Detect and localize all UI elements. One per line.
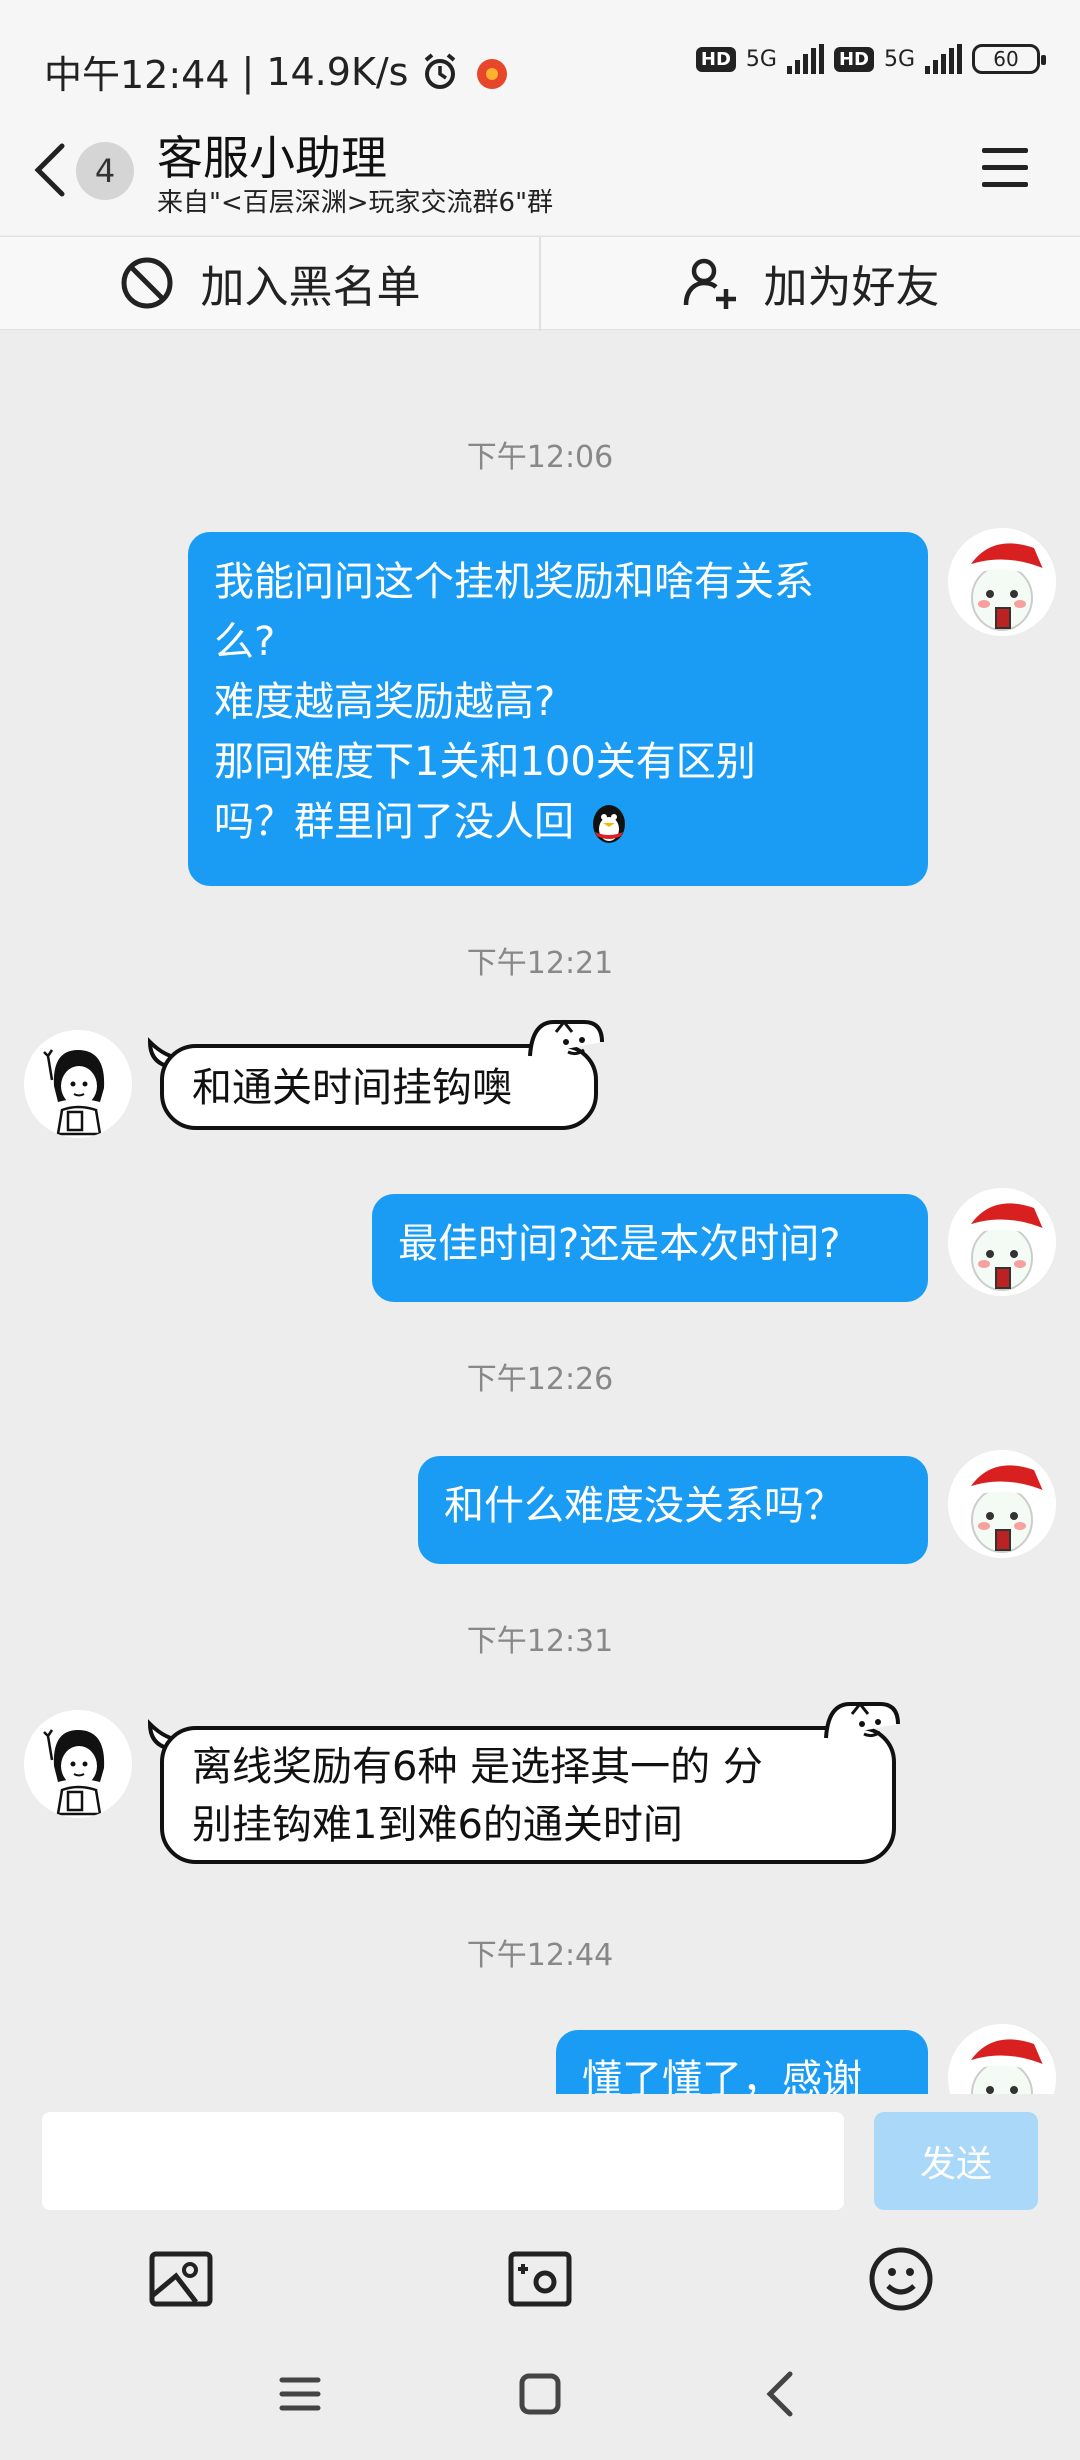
my-avatar[interactable] [948, 1188, 1056, 1296]
block-label: 加入黑名单 [200, 262, 421, 313]
app-notification-icon [477, 58, 508, 89]
penguin-emoji-icon [592, 805, 625, 843]
message-text: 和什么难度没关系吗？ [444, 1483, 844, 1529]
clock: 中午12:44 [44, 53, 230, 97]
chat-subtitle: 来自"<百层深渊>玩家交流群6"群 [157, 188, 554, 218]
chat-header: 4 客服小助理 来自"<百层深渊>玩家交流群6"群 [0, 110, 1080, 235]
network-5g-label: 5G [745, 46, 777, 72]
timestamp: 下午12:31 [466, 1624, 614, 1659]
add-friend-label: 加为好友 [763, 262, 940, 313]
message-line: 那同难度下1关和100关有区别 [214, 739, 756, 785]
message-line: 么? [214, 619, 276, 665]
outgoing-message-bubble[interactable]: 最佳时间?还是本次时间? [372, 1194, 928, 1302]
camera-icon[interactable] [505, 2244, 575, 2314]
my-avatar[interactable] [948, 1450, 1056, 1558]
incoming-message-bubble[interactable]: 离线奖励有6种 是选择其一的 分 别挂钩难1到难6的通关时间 [160, 1726, 896, 1864]
recent-apps-icon[interactable] [270, 2364, 330, 2424]
input-bar: 发送 [0, 2094, 1080, 2460]
timestamp: 下午12:06 [466, 440, 614, 475]
action-bar: 加入黑名单 加为好友 [0, 236, 1080, 331]
battery-icon: 60 [972, 44, 1046, 74]
hd-badge-2: HD [833, 46, 874, 72]
send-button[interactable]: 发送 [874, 2112, 1038, 2210]
network-5g-label-2: 5G [883, 46, 915, 72]
message-line: 别挂钩难1到难6的通关时间 [192, 1802, 683, 1848]
menu-icon[interactable] [982, 148, 1028, 188]
emoji-icon[interactable] [866, 2244, 936, 2314]
message-text: 最佳时间?还是本次时间? [398, 1221, 841, 1267]
timestamp: 下午12:21 [466, 946, 614, 981]
unread-count-badge[interactable]: 4 [76, 142, 134, 200]
message-input[interactable] [42, 2112, 844, 2210]
network-speed: 14.9K/s [266, 49, 409, 94]
block-button[interactable]: 加入黑名单 [0, 237, 539, 329]
image-gallery-icon[interactable] [146, 2244, 216, 2314]
chat-title: 客服小助理 [157, 131, 387, 185]
timestamp: 下午12:44 [466, 1938, 614, 1973]
add-user-icon [683, 258, 736, 309]
my-avatar[interactable] [948, 528, 1056, 636]
outgoing-message-bubble[interactable]: 和什么难度没关系吗？ [418, 1456, 928, 1564]
message-line: 难度越高奖励越高? [214, 679, 556, 725]
back-arrow-icon[interactable] [30, 140, 70, 200]
message-line: 离线奖励有6种 是选择其一的 分 [192, 1744, 763, 1790]
signal-icon [786, 44, 824, 74]
nav-back-icon[interactable] [750, 2364, 810, 2424]
message-line: 我能问问这个挂机奖励和啥有关系 [214, 559, 814, 605]
home-icon[interactable] [510, 2364, 570, 2424]
battery-level: 60 [993, 47, 1019, 71]
hd-badge: HD [695, 46, 736, 72]
outgoing-message-bubble[interactable]: 我能问问这个挂机奖励和啥有关系 么? 难度越高奖励越高? 那同难度下1关和100… [188, 532, 928, 886]
cat-sticker-icon [822, 1698, 902, 1758]
contact-avatar[interactable] [24, 1710, 132, 1818]
alarm-icon [425, 52, 456, 89]
timestamp: 下午12:26 [466, 1362, 614, 1397]
message-text: 和通关时间挂钩噢 [192, 1065, 512, 1111]
block-icon [121, 257, 172, 309]
contact-avatar[interactable] [24, 1030, 132, 1138]
message-line: 吗？群里问了没人回 [214, 792, 902, 852]
signal-icon-2 [925, 44, 962, 74]
add-friend-button[interactable]: 加为好友 [541, 237, 1080, 329]
cat-sticker-icon [526, 1016, 606, 1076]
